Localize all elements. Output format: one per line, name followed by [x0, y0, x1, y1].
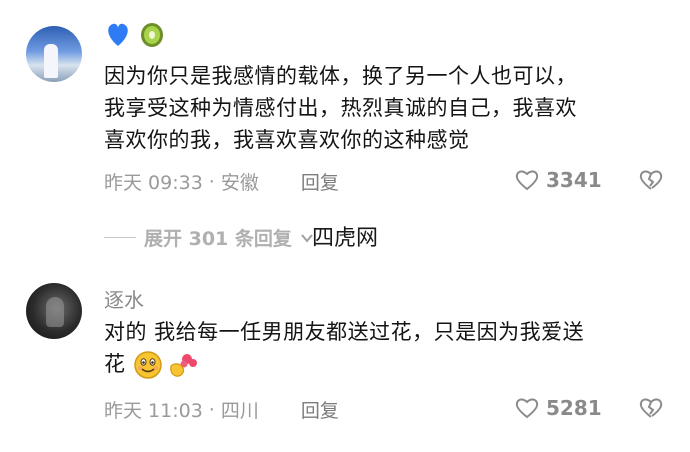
comment-meta: 昨天 09:33 · 安徽 回复 — [104, 168, 339, 195]
comment-text-line-2: 花 — [104, 348, 674, 380]
reply-button[interactable]: 回复 — [301, 396, 339, 423]
badge-icons — [108, 23, 163, 47]
blue-heart-icon — [108, 23, 128, 46]
like-button[interactable]: 3341 — [514, 168, 602, 192]
dislike-button[interactable] — [638, 168, 664, 196]
broken-heart-icon — [639, 398, 663, 418]
comment-location: 安徽 — [220, 172, 259, 194]
comment-text: 对的 我给每一任男朋友都送过花，只是因为我爱送 花 — [104, 316, 674, 380]
comment-location: 四川 — [220, 400, 259, 422]
badge-row — [104, 18, 174, 57]
avatar-figure — [44, 44, 58, 78]
kiwi-icon — [141, 23, 163, 47]
comment-text-line: 对的 我给每一任男朋友都送过花，只是因为我爱送 — [104, 320, 585, 344]
like-count: 5281 — [546, 396, 602, 420]
divider — [104, 237, 136, 238]
comment-text-line: 因为你只是我感情的载体，换了另一个人也可以， — [104, 64, 577, 88]
comment-time: 昨天 09:33 — [104, 172, 203, 194]
comment-text-tail: 花 — [104, 352, 126, 376]
comment-meta: 昨天 11:03 · 四川 回复 — [104, 396, 339, 423]
reply-button[interactable]: 回复 — [301, 168, 339, 195]
separator: · — [208, 170, 215, 193]
expand-replies-label: 展开 301 条回复 — [144, 228, 292, 250]
watermark: 四虎网 — [312, 226, 379, 251]
comment-text-line: 我享受这种为情感付出，热烈真诚的自己，我喜欢 — [104, 96, 577, 120]
emoji-row — [133, 350, 199, 380]
dislike-button[interactable] — [638, 396, 664, 424]
heart-outline-icon — [515, 398, 539, 419]
comment-text-line: 喜欢你的我，我喜欢喜欢你的这种感觉 — [104, 128, 470, 152]
avatar[interactable] — [26, 26, 82, 82]
bouquet-hand-icon — [169, 354, 197, 377]
expand-replies-button[interactable]: 展开 301 条回复 — [104, 224, 314, 251]
username[interactable]: 逐水 — [104, 284, 144, 313]
like-count: 3341 — [546, 168, 602, 192]
separator: · — [208, 398, 215, 421]
avatar[interactable] — [26, 283, 82, 339]
heart-outline-icon — [515, 170, 539, 191]
comment-text: 因为你只是我感情的载体，换了另一个人也可以， 我享受这种为情感付出，热烈真诚的自… — [104, 60, 674, 156]
comment-time: 昨天 11:03 — [104, 400, 203, 422]
broken-heart-icon — [639, 170, 663, 190]
like-button[interactable]: 5281 — [514, 396, 602, 420]
smiling-face-icon — [133, 351, 162, 379]
avatar-figure — [46, 297, 64, 327]
